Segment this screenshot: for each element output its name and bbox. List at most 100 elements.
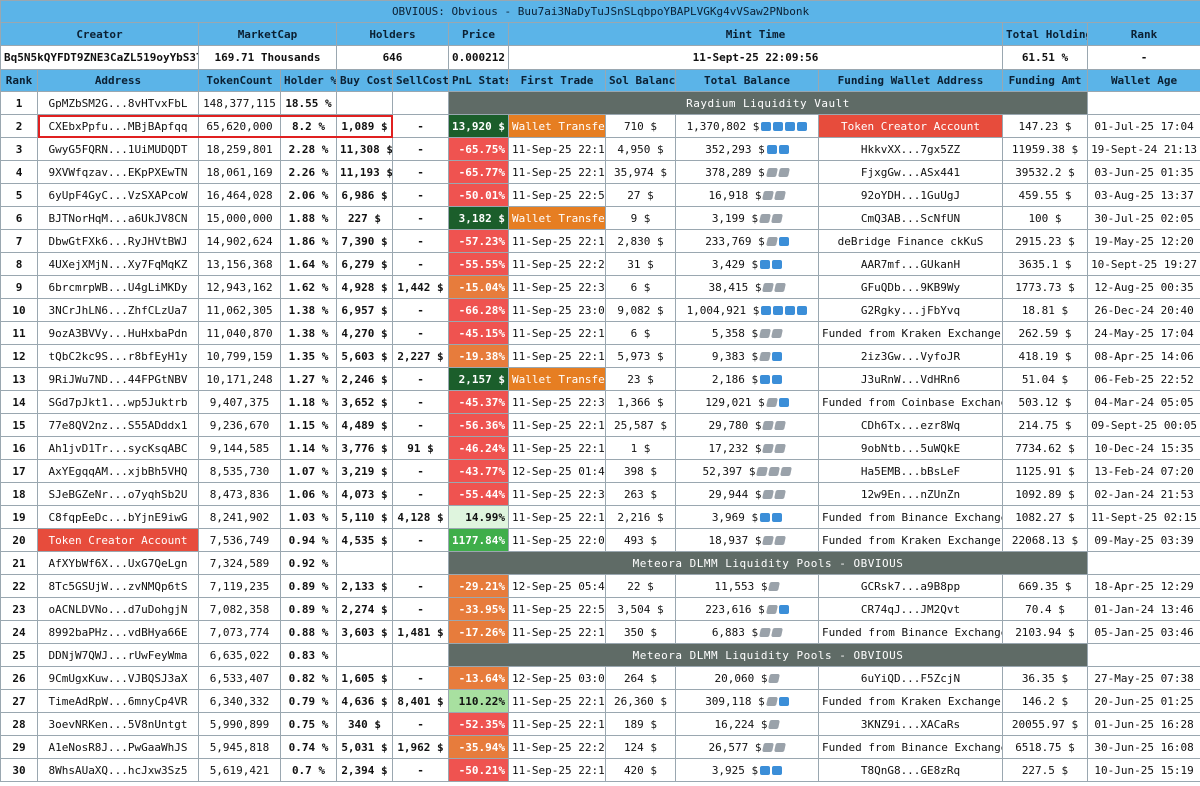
token-icon[interactable]: [760, 375, 771, 384]
address-cell[interactable]: 9CmUgxKuw...VJBQSJ3aX: [37, 666, 199, 690]
wallet-icon[interactable]: [765, 697, 778, 706]
table-row[interactable]: 23 oACNLDVNo...d7uDohgjN 7,082,358 0.89 % 2,…: [0, 597, 1200, 621]
funding-wallet-cell[interactable]: CR74qJ...JM2Qvt: [818, 597, 1003, 621]
table-row[interactable]: 12 tQbC2kc9S...r8bfEyH1y 10,799,159 1.35 % 5…: [0, 344, 1200, 368]
address-cell[interactable]: SJeBGZeNr...o7yqhSb2U: [37, 482, 199, 506]
funding-wallet-cell[interactable]: 6uYiQD...F5ZcjN: [818, 666, 1003, 690]
funding-wallet-cell[interactable]: 12w9En...nZUnZn: [818, 482, 1003, 506]
wallet-icon[interactable]: [774, 421, 787, 430]
table-row[interactable]: 30 8WhsAUaXQ...hcJxw3Sz5 5,619,421 0.7 % 2,3…: [0, 758, 1200, 782]
table-row[interactable]: 27 TimeAdRpW...6mnyCp4VR 6,340,332 0.79 % 4,…: [0, 689, 1200, 713]
address-cell[interactable]: tQbC2kc9S...r8bfEyH1y: [37, 344, 199, 368]
funding-wallet-cell[interactable]: Funded from Binance Exchange: [818, 735, 1003, 759]
funding-wallet-cell[interactable]: HkkvXX...7gx5ZZ: [818, 137, 1003, 161]
token-icon[interactable]: [773, 306, 784, 315]
wallet-icon[interactable]: [774, 743, 787, 752]
wallet-icon[interactable]: [759, 329, 772, 338]
wallet-icon[interactable]: [759, 214, 772, 223]
token-icon[interactable]: [760, 513, 771, 522]
wallet-icon[interactable]: [762, 191, 775, 200]
token-icon[interactable]: [778, 398, 789, 407]
address-cell[interactable]: 9XVWfqzav...EKpPXEwTN: [37, 160, 199, 184]
table-row[interactable]: 5 6yUpF4GyC...VzSXAPcoW 16,464,028 2.06 % 6,…: [0, 183, 1200, 207]
token-icon[interactable]: [772, 375, 783, 384]
table-row[interactable]: 18 SJeBGZeNr...o7yqhSb2U 8,473,836 1.06 % 4,…: [0, 482, 1200, 506]
funding-wallet-cell[interactable]: Ha5EMB...bBsLeF: [818, 459, 1003, 483]
table-row[interactable]: 11 9ozA3BVVy...HuHxbaPdn 11,040,870 1.38 % 4…: [0, 321, 1200, 345]
funding-wallet-cell[interactable]: GCRsk7...a9B8pp: [818, 574, 1003, 598]
table-row[interactable]: 17 AxYEgqqAM...xjbBh5VHQ 8,535,730 1.07 % 3,…: [0, 459, 1200, 483]
wallet-icon[interactable]: [780, 467, 793, 476]
creator-address[interactable]: Bq5N5kQYFDT9ZNE3CaZL519oyYbS3TokSspouzqJ…: [0, 45, 199, 70]
address-cell[interactable]: 9RiJWu7ND...44FPGtNBV: [37, 367, 199, 391]
funding-wallet-cell[interactable]: GFuQDb...9KB9Wy: [818, 275, 1003, 299]
table-row[interactable]: 22 8Tc5GSUjW...zvNMQp6tS 7,119,235 0.89 % 2,…: [0, 574, 1200, 598]
wallet-icon[interactable]: [771, 214, 784, 223]
wallet-icon[interactable]: [762, 444, 775, 453]
funding-wallet-cell[interactable]: Funded from Coinbase Exchange: [818, 390, 1003, 414]
table-row[interactable]: 21 AfXYbWf6X...UxG7QeLgn 7,324,589 0.92 % Me…: [0, 551, 1200, 575]
token-icon[interactable]: [766, 145, 777, 154]
funding-wallet-cell[interactable]: Funded from Kraken Exchange: [818, 689, 1003, 713]
wallet-icon[interactable]: [774, 490, 787, 499]
funding-wallet-cell[interactable]: Funded from Kraken Exchange: [818, 528, 1003, 552]
col-funding-amt[interactable]: Funding Amt: [1002, 69, 1088, 92]
table-row[interactable]: 14 SGd7pJkt1...wp5Juktrb 9,407,375 1.18 % 3,…: [0, 390, 1200, 414]
table-row[interactable]: 2 CXEbxPpfu...MBjBApfqq 65,620,000 8.2 % 1,0…: [0, 114, 1200, 138]
table-row[interactable]: 6 BJTNorHqM...a6UkJV8CN 15,000,000 1.88 % 22…: [0, 206, 1200, 230]
funding-wallet-cell[interactable]: AAR7mf...GUkanH: [818, 252, 1003, 276]
wallet-icon[interactable]: [768, 674, 781, 683]
col-first-trade[interactable]: First Trade: [508, 69, 606, 92]
address-cell[interactable]: 3NCrJhLN6...ZhfCLzUa7: [37, 298, 199, 322]
funding-wallet-cell[interactable]: Funded from Binance Exchange: [818, 620, 1003, 644]
wallet-icon[interactable]: [768, 720, 781, 729]
address-cell[interactable]: 6yUpF4GyC...VzSXAPcoW: [37, 183, 199, 207]
table-row[interactable]: 29 A1eNosR8J...PwGaaWhJS 5,945,818 0.74 % 5,…: [0, 735, 1200, 759]
col-total-balance[interactable]: Total Balance: [675, 69, 819, 92]
wallet-icon[interactable]: [765, 605, 778, 614]
table-row[interactable]: 10 3NCrJhLN6...ZhfCLzUa7 11,062,305 1.38 % 6…: [0, 298, 1200, 322]
wallet-icon[interactable]: [774, 283, 787, 292]
table-row[interactable]: 13 9RiJWu7ND...44FPGtNBV 10,171,248 1.27 % 2…: [0, 367, 1200, 391]
address-cell[interactable]: Token Creator Account: [37, 528, 199, 552]
table-row[interactable]: 7 DbwGtFXk6...RyJHVtBWJ 14,902,624 1.86 % 7,…: [0, 229, 1200, 253]
wallet-icon[interactable]: [777, 168, 790, 177]
funding-wallet-cell[interactable]: CmQ3AB...ScNfUN: [818, 206, 1003, 230]
wallet-icon[interactable]: [759, 628, 772, 637]
col-holder-pct[interactable]: Holder %: [280, 69, 337, 92]
address-cell[interactable]: DDNjW7QWJ...rUwFeyWma: [37, 643, 199, 667]
col-funding-wallet[interactable]: Funding Wallet Address: [818, 69, 1003, 92]
wallet-icon[interactable]: [762, 743, 775, 752]
wallet-icon[interactable]: [771, 628, 784, 637]
funding-wallet-cell[interactable]: Funded from Kraken Exchange: [818, 321, 1003, 345]
token-icon[interactable]: [773, 122, 784, 131]
address-cell[interactable]: GwyG5FQRN...1UiMUDQDT: [37, 137, 199, 161]
col-address[interactable]: Address: [37, 69, 199, 92]
col-pnl-stats[interactable]: PnL Stats: [448, 69, 509, 92]
table-row[interactable]: 1 GpMZbSM2G...8vHTvxFbL 148,377,115 18.55 %…: [0, 91, 1200, 115]
funding-wallet-cell[interactable]: deBridge Finance ckKuS: [818, 229, 1003, 253]
table-row[interactable]: 25 DDNjW7QWJ...rUwFeyWma 6,635,022 0.83 % Me…: [0, 643, 1200, 667]
col-rank[interactable]: Rank: [0, 69, 38, 92]
wallet-icon[interactable]: [765, 398, 778, 407]
wallet-icon[interactable]: [774, 444, 787, 453]
token-icon[interactable]: [797, 306, 808, 315]
token-icon[interactable]: [778, 605, 789, 614]
address-cell[interactable]: 3oevNRKen...5V8nUntgt: [37, 712, 199, 736]
address-cell[interactable]: A1eNosR8J...PwGaaWhJS: [37, 735, 199, 759]
wallet-icon[interactable]: [768, 582, 781, 591]
wallet-icon[interactable]: [771, 329, 784, 338]
funding-wallet-cell[interactable]: 3KNZ9i...XACaRs: [818, 712, 1003, 736]
funding-wallet-cell[interactable]: 9obNtb...5uWQkE: [818, 436, 1003, 460]
table-row[interactable]: 4 9XVWfqzav...EKpPXEwTN 18,061,169 2.26 % 11…: [0, 160, 1200, 184]
funding-wallet-cell[interactable]: 2iz3Gw...VyfoJR: [818, 344, 1003, 368]
token-icon[interactable]: [772, 260, 783, 269]
address-cell[interactable]: 6brcmrpWB...U4gLiMKDy: [37, 275, 199, 299]
funding-wallet-cell[interactable]: G2Rgky...jFbYvq: [818, 298, 1003, 322]
wallet-icon[interactable]: [774, 191, 787, 200]
address-cell[interactable]: 8WhsAUaXQ...hcJxw3Sz5: [37, 758, 199, 782]
col-buy-cost[interactable]: Buy Cost: [336, 69, 393, 92]
col-token-count[interactable]: TokenCount: [198, 69, 281, 92]
wallet-icon[interactable]: [759, 352, 772, 361]
token-icon[interactable]: [785, 122, 796, 131]
